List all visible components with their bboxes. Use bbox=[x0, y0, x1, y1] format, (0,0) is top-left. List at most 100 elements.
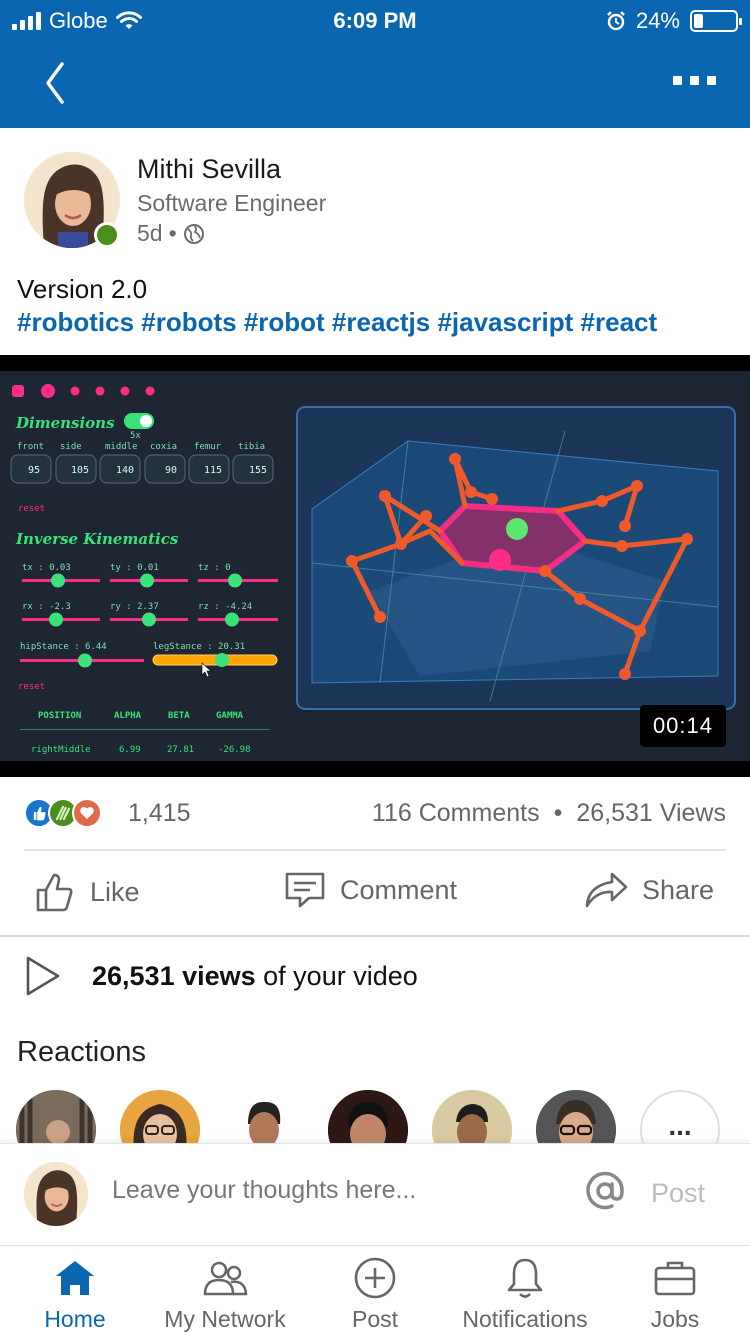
svg-text:tz : 0: tz : 0 bbox=[198, 563, 231, 573]
menu-dot bbox=[70, 386, 80, 396]
dim-step: 5x bbox=[130, 431, 141, 441]
menu-dot bbox=[95, 386, 105, 396]
github-icon bbox=[41, 384, 55, 398]
reaction-icons[interactable] bbox=[24, 798, 102, 828]
dimensions-title: Dimensions bbox=[15, 414, 115, 432]
comment-icon bbox=[285, 872, 325, 908]
share-button[interactable]: Share bbox=[584, 870, 714, 910]
tab-jobs[interactable]: Jobs bbox=[600, 1256, 750, 1333]
play-icon bbox=[26, 956, 60, 996]
author-title: Software Engineer bbox=[137, 190, 327, 216]
status-bar: Globe 6:09 PM 24% bbox=[0, 0, 750, 40]
meta-separator: • bbox=[168, 220, 177, 246]
views-bold: 26,531 views bbox=[92, 960, 256, 991]
plus-circle-icon bbox=[354, 1257, 396, 1299]
svg-text:tibia: tibia bbox=[238, 442, 265, 452]
svg-text:femur: femur bbox=[194, 442, 222, 452]
author-name[interactable]: Mithi Sevilla bbox=[137, 154, 281, 185]
people-icon bbox=[203, 1261, 248, 1296]
tab-notifications[interactable]: Notifications bbox=[450, 1256, 600, 1333]
svg-text:ry : 2.37: ry : 2.37 bbox=[110, 602, 159, 612]
divider bbox=[24, 849, 726, 851]
post-meta: 5d • bbox=[137, 220, 205, 247]
comment-button[interactable]: Comment bbox=[284, 870, 457, 910]
comment-composer: Post bbox=[0, 1143, 750, 1245]
bottom-tab-bar: Home My Network Post Notifications Jobs bbox=[0, 1245, 750, 1334]
svg-text:ty : 0.01: ty : 0.01 bbox=[110, 563, 159, 573]
svg-text:rz : -4.24: rz : -4.24 bbox=[198, 602, 252, 612]
status-right: 24% bbox=[606, 8, 742, 34]
battery-icon bbox=[690, 10, 742, 32]
svg-text:tx : 0.03: tx : 0.03 bbox=[22, 563, 71, 573]
home-icon bbox=[56, 1261, 94, 1295]
svg-text:hipStance : 6.44: hipStance : 6.44 bbox=[20, 642, 107, 652]
svg-text:rightMiddle: rightMiddle bbox=[31, 745, 91, 755]
stats-right: 116 Comments • 26,531 Views bbox=[372, 799, 726, 828]
post-text: Version 2.0 bbox=[17, 274, 148, 304]
tab-jobs-label: Jobs bbox=[650, 1306, 700, 1332]
svg-text:155: 155 bbox=[249, 465, 267, 476]
video-frame-art: Dimensions 5x front side middle coxia fe… bbox=[10, 384, 736, 755]
reaction-count[interactable]: 1,415 bbox=[128, 799, 191, 828]
post-stats[interactable]: 1,415 116 Comments • 26,531 Views bbox=[24, 790, 726, 838]
more-reactions-button[interactable]: ... bbox=[640, 1090, 720, 1144]
stats-separator: • bbox=[553, 799, 563, 827]
post-hashtags[interactable]: #robotics #robots #robot #reactjs #javas… bbox=[17, 307, 657, 338]
comment-input[interactable] bbox=[112, 1176, 552, 1205]
like-label: Like bbox=[90, 876, 140, 907]
svg-text:BETA: BETA bbox=[168, 711, 190, 721]
reactor-avatar[interactable] bbox=[16, 1090, 96, 1144]
mention-icon[interactable] bbox=[584, 1170, 626, 1222]
slider-tracks bbox=[20, 573, 278, 678]
tab-my-network[interactable]: My Network bbox=[150, 1256, 300, 1333]
svg-text:ALPHA: ALPHA bbox=[114, 711, 142, 721]
post-comment-button[interactable]: Post bbox=[651, 1178, 705, 1209]
post-age: 5d bbox=[137, 220, 163, 246]
post-actions: Like Comment Share bbox=[0, 860, 750, 932]
svg-text:legStance : 20.31: legStance : 20.31 bbox=[153, 642, 245, 652]
video-duration: 00:14 bbox=[639, 705, 726, 747]
comment-label: Comment bbox=[340, 874, 458, 905]
bell-icon bbox=[507, 1258, 543, 1298]
reactor-avatar[interactable] bbox=[328, 1090, 408, 1144]
video-player[interactable]: Dimensions 5x front side middle coxia fe… bbox=[0, 355, 750, 777]
like-button[interactable]: Like bbox=[34, 870, 140, 914]
my-avatar bbox=[24, 1162, 88, 1226]
reset-link: reset bbox=[18, 504, 45, 514]
menu-dot bbox=[120, 386, 130, 396]
more-options-icon[interactable] bbox=[673, 76, 716, 85]
tab-home-label: Home bbox=[44, 1306, 106, 1332]
ik-title: Inverse Kinematics bbox=[15, 530, 179, 548]
video-views-summary[interactable]: 26,531 views of your video bbox=[24, 955, 418, 997]
svg-text:front: front bbox=[17, 442, 44, 452]
share-label: Share bbox=[642, 874, 715, 905]
svg-text:140: 140 bbox=[116, 465, 134, 476]
back-chevron-icon[interactable] bbox=[40, 60, 70, 106]
svg-text:middle: middle bbox=[105, 442, 138, 452]
svg-text:coxia: coxia bbox=[150, 442, 177, 452]
views-count[interactable]: 26,531 Views bbox=[576, 799, 726, 828]
reactor-avatar[interactable] bbox=[224, 1090, 304, 1144]
reactor-avatar[interactable] bbox=[432, 1090, 512, 1144]
top-bar: Globe 6:09 PM 24% bbox=[0, 0, 750, 128]
reactor-avatar[interactable] bbox=[536, 1090, 616, 1144]
svg-text:GAMMA: GAMMA bbox=[216, 711, 244, 721]
tab-notifications-label: Notifications bbox=[462, 1306, 588, 1332]
tab-home[interactable]: Home bbox=[0, 1256, 150, 1333]
post-author[interactable]: Mithi Sevilla Software Engineer 5d • bbox=[24, 152, 724, 252]
tab-post[interactable]: Post bbox=[300, 1256, 450, 1333]
svg-text:6.99: 6.99 bbox=[119, 745, 141, 755]
love-reaction-icon bbox=[72, 798, 102, 828]
dimension-labels: front side middle coxia femur tibia bbox=[17, 442, 265, 452]
alarm-icon bbox=[607, 11, 625, 31]
svg-text:side: side bbox=[60, 442, 82, 452]
svg-text:115: 115 bbox=[204, 465, 222, 476]
svg-text:27.81: 27.81 bbox=[167, 745, 194, 755]
battery-label: 24% bbox=[635, 8, 680, 33]
reactor-avatar[interactable] bbox=[120, 1090, 200, 1144]
reset-link-2: reset bbox=[18, 682, 45, 692]
reactions-heading: Reactions bbox=[17, 1036, 146, 1068]
comments-count[interactable]: 116 Comments bbox=[372, 799, 540, 828]
pose-table: POSITION ALPHA BETA GAMMA rightMiddle 6.… bbox=[20, 711, 270, 755]
video-frame: Dimensions 5x front side middle coxia fe… bbox=[0, 371, 750, 761]
